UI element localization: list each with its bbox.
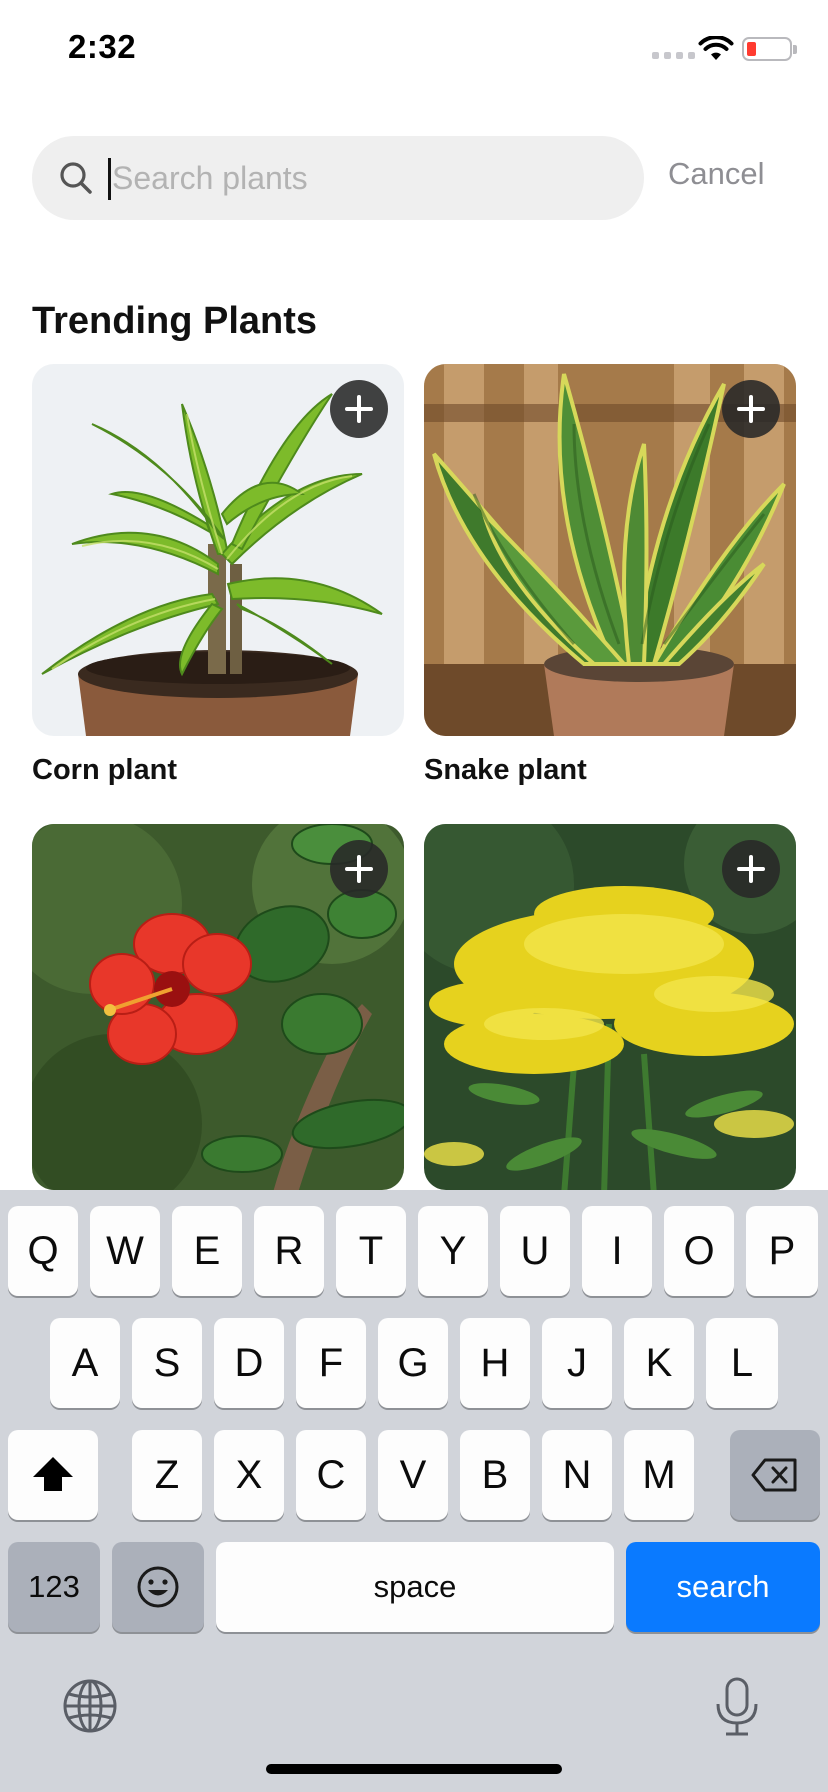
plant-card-snake-plant[interactable]: [424, 364, 796, 736]
numbers-key[interactable]: 123: [8, 1542, 100, 1632]
plant-name-label: Snake plant: [424, 754, 587, 786]
key-h[interactable]: H: [460, 1318, 530, 1408]
add-plant-button[interactable]: [330, 380, 388, 438]
add-plant-button[interactable]: [330, 840, 388, 898]
plus-icon: [345, 855, 373, 883]
plant-card-corn-plant[interactable]: [32, 364, 404, 736]
key-f[interactable]: F: [296, 1318, 366, 1408]
key-r[interactable]: R: [254, 1206, 324, 1296]
plus-icon: [737, 395, 765, 423]
key-t[interactable]: T: [336, 1206, 406, 1296]
status-bar: 2:32: [0, 0, 828, 100]
key-k[interactable]: K: [624, 1318, 694, 1408]
plant-card-hibiscus[interactable]: [32, 824, 404, 1190]
backspace-key[interactable]: [730, 1430, 820, 1520]
battery-icon: [742, 37, 792, 61]
battery-nub: [793, 45, 797, 54]
key-o[interactable]: O: [664, 1206, 734, 1296]
key-i[interactable]: I: [582, 1206, 652, 1296]
key-s[interactable]: S: [132, 1318, 202, 1408]
emoji-icon: [137, 1566, 179, 1608]
shift-icon: [33, 1457, 73, 1491]
key-l[interactable]: L: [706, 1318, 778, 1408]
section-title: Trending Plants: [32, 300, 318, 342]
globe-icon[interactable]: [62, 1678, 118, 1734]
key-x[interactable]: X: [214, 1430, 284, 1520]
search-icon: [60, 162, 92, 194]
key-v[interactable]: V: [378, 1430, 448, 1520]
space-key[interactable]: space: [216, 1542, 614, 1632]
add-plant-button[interactable]: [722, 840, 780, 898]
key-q[interactable]: Q: [8, 1206, 78, 1296]
search-bar[interactable]: [32, 136, 644, 220]
search-key[interactable]: search: [626, 1542, 820, 1632]
cellular-signal-icon: [652, 52, 695, 59]
key-g[interactable]: G: [378, 1318, 448, 1408]
plus-icon: [737, 855, 765, 883]
home-indicator: [266, 1764, 562, 1774]
plant-name-label: Corn plant: [32, 754, 177, 786]
plant-card-goldenrod[interactable]: [424, 824, 796, 1190]
key-c[interactable]: C: [296, 1430, 366, 1520]
key-m[interactable]: M: [624, 1430, 694, 1520]
key-j[interactable]: J: [542, 1318, 612, 1408]
key-p[interactable]: P: [746, 1206, 818, 1296]
microphone-icon[interactable]: [712, 1676, 762, 1738]
cancel-button[interactable]: Cancel: [668, 156, 765, 192]
key-y[interactable]: Y: [418, 1206, 488, 1296]
shift-key[interactable]: [8, 1430, 98, 1520]
key-z[interactable]: Z: [132, 1430, 202, 1520]
key-w[interactable]: W: [90, 1206, 160, 1296]
add-plant-button[interactable]: [722, 380, 780, 438]
backspace-icon: [751, 1458, 797, 1492]
key-d[interactable]: D: [214, 1318, 284, 1408]
plus-icon: [345, 395, 373, 423]
search-input[interactable]: [112, 148, 612, 208]
key-u[interactable]: U: [500, 1206, 570, 1296]
status-time: 2:32: [68, 28, 137, 65]
key-b[interactable]: B: [460, 1430, 530, 1520]
emoji-key[interactable]: [112, 1542, 204, 1632]
key-n[interactable]: N: [542, 1430, 612, 1520]
keyboard: Q W E R T Y U I O P A S D F G H J K L Z …: [0, 1190, 828, 1792]
key-a[interactable]: A: [50, 1318, 120, 1408]
wifi-icon: [698, 36, 734, 60]
text-cursor: [108, 158, 111, 200]
key-e[interactable]: E: [172, 1206, 242, 1296]
